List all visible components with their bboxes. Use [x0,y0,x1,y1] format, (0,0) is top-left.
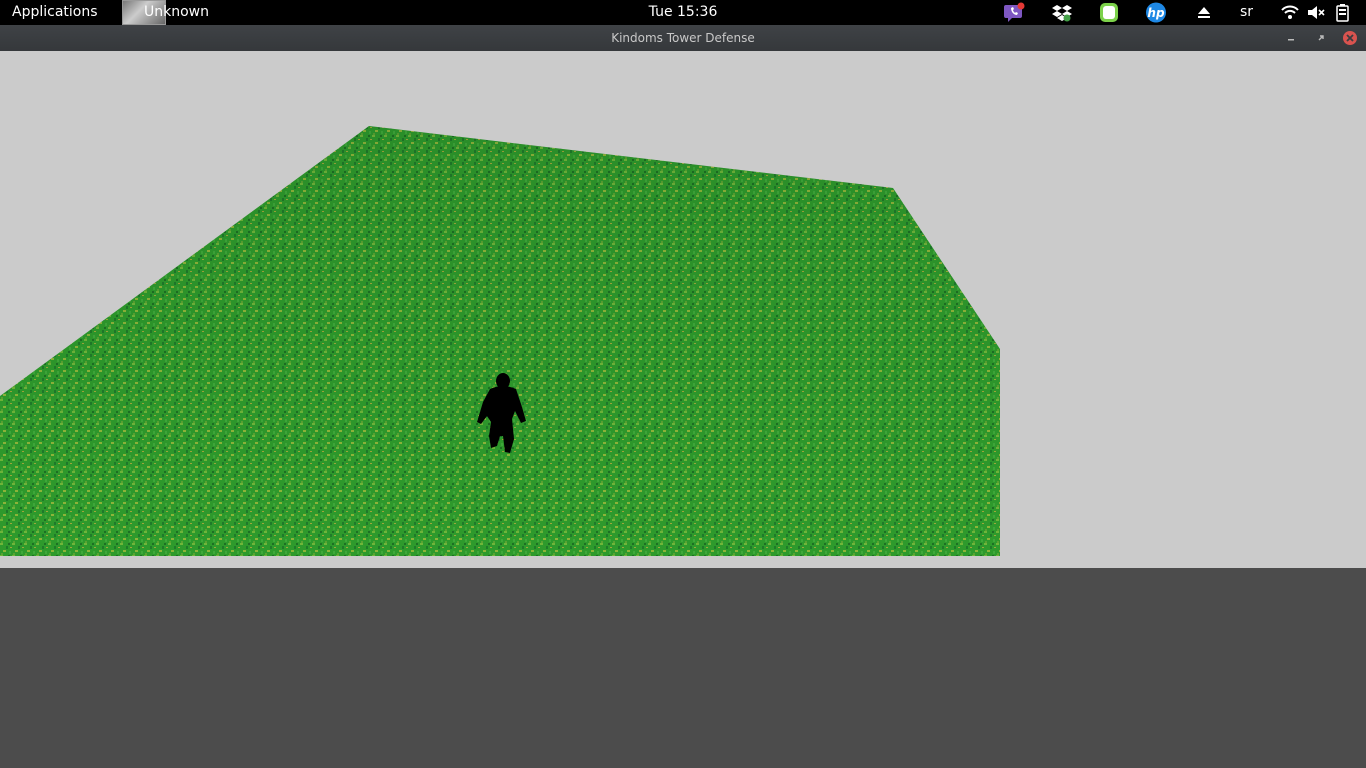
game-scene [0,126,1000,556]
active-app-button[interactable]: Unknown [122,0,212,25]
viber-icon[interactable] [1003,2,1025,23]
minimize-icon[interactable] [1283,30,1299,46]
window-title: Kindoms Tower Defense [611,31,755,45]
game-window: Kindoms Tower Defense [0,25,1366,568]
volume-muted-icon[interactable] [1305,2,1327,23]
battery-icon[interactable] [1332,2,1354,23]
hp-icon[interactable]: hp [1145,2,1167,23]
svg-text:hp: hp [1147,6,1165,20]
window-titlebar[interactable]: Kindoms Tower Defense [0,25,1366,52]
applications-menu[interactable]: Applications [12,4,98,20]
top-panel: Applications Unknown Tue 15:36 hp sr [0,0,1366,25]
close-icon[interactable] [1342,30,1358,46]
restore-icon[interactable] [1313,30,1329,46]
eject-icon[interactable] [1193,2,1215,23]
active-app-label: Unknown [144,4,209,20]
game-viewport[interactable] [0,51,1366,568]
dropbox-icon[interactable] [1051,2,1073,23]
evernote-icon[interactable] [1098,2,1120,23]
wifi-icon[interactable] [1279,2,1301,23]
user-menu[interactable]: sr [1240,4,1253,20]
desktop-background [0,568,1366,768]
